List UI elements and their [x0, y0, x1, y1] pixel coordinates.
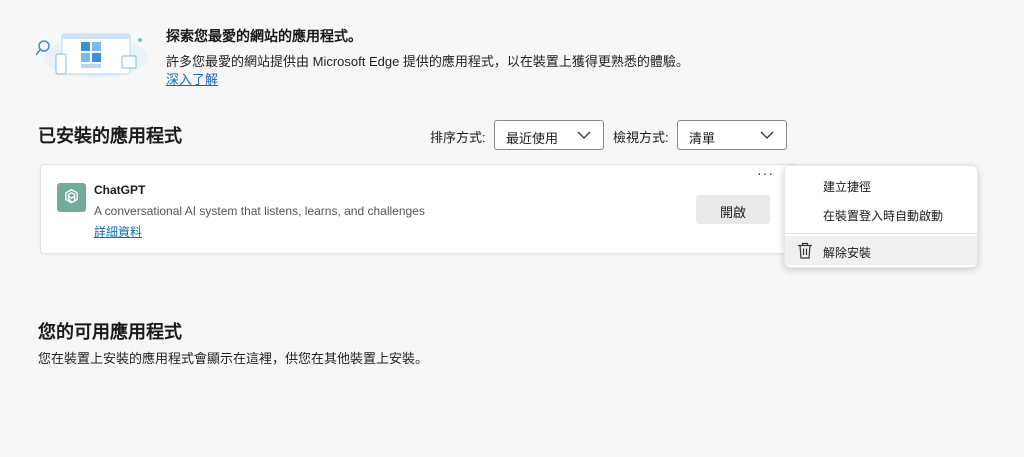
menu-item-label: 在裝置登入時自動啟動: [823, 209, 944, 223]
menu-divider: [785, 233, 977, 234]
app-name: ChatGPT: [94, 183, 146, 197]
trash-icon: [798, 242, 812, 259]
view-value: 清單: [689, 131, 716, 146]
app-details-link[interactable]: 詳細資料: [94, 223, 142, 240]
menu-item-label: 解除安裝: [823, 246, 872, 260]
view-label: 檢視方式:: [613, 130, 669, 145]
more-options-button[interactable]: ···: [757, 166, 775, 183]
learn-more-link[interactable]: 深入了解: [166, 69, 218, 88]
banner-title: 探索您最愛的網站的應用程式。: [166, 28, 362, 44]
open-app-button[interactable]: 開啟: [696, 195, 770, 224]
menu-item-create-shortcut[interactable]: 建立捷徑: [785, 178, 977, 196]
sort-dropdown[interactable]: 最近使用: [494, 120, 604, 150]
apps-illustration: [35, 28, 148, 80]
available-apps-description: 您在裝置上安裝的應用程式會顯示在這裡，供您在其他裝置上安裝。: [38, 351, 429, 366]
chevron-down-icon: [760, 131, 774, 139]
menu-item-uninstall[interactable]: 解除安裝: [785, 236, 977, 265]
app-card-chatgpt: ChatGPT A conversational AI system that …: [40, 164, 800, 254]
menu-item-auto-start[interactable]: 在裝置登入時自動啟動: [785, 207, 977, 225]
app-description: A conversational AI system that listens,…: [94, 204, 425, 218]
available-apps-heading: 您的可用應用程式: [38, 322, 182, 342]
chatgpt-logo-icon: [57, 183, 86, 212]
view-dropdown[interactable]: 清單: [677, 120, 787, 150]
sort-value: 最近使用: [506, 131, 559, 146]
app-context-menu: 建立捷徑 在裝置登入時自動啟動 解除安裝: [784, 165, 978, 268]
banner-description: 許多您最愛的網站提供由 Microsoft Edge 提供的應用程式，以在裝置上…: [166, 54, 689, 69]
menu-item-label: 建立捷徑: [823, 180, 872, 194]
installed-apps-heading: 已安裝的應用程式: [38, 126, 182, 146]
chevron-down-icon: [577, 131, 591, 139]
sort-label: 排序方式:: [430, 130, 486, 145]
